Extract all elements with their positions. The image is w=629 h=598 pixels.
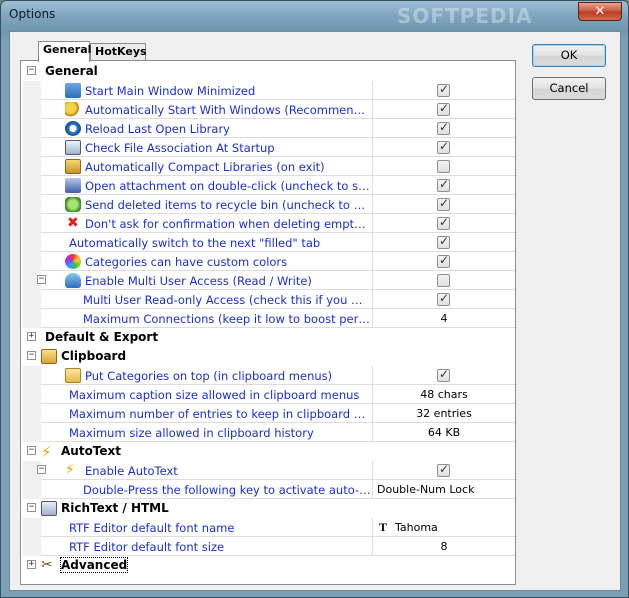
auto-start-checkbox[interactable] [437,101,450,116]
reload-library-checkbox[interactable] [437,120,450,135]
tools-icon: ✂ [41,557,53,573]
option-row-reload-library[interactable]: Reload Last Open Library [23,119,515,138]
dialog-body: General HotKeys − General Start Main Win… [9,31,621,591]
ok-button[interactable]: OK [532,44,606,67]
collapse-icon[interactable]: − [27,351,36,360]
collapse-icon[interactable]: − [27,66,36,75]
categories-on-top-checkbox[interactable] [437,367,450,382]
autotext-key-value[interactable]: Double-Num Lock [377,483,519,496]
folder-icon [65,368,81,383]
option-row-read-only-access[interactable]: Multi User Read-only Access (check this … [23,290,515,309]
option-row-file-association[interactable]: Check File Association At Startup [23,138,515,157]
delete-icon: ✖ [67,215,79,231]
multi-user-checkbox[interactable] [437,274,450,287]
read-only-access-checkbox[interactable] [437,291,450,306]
cancel-button[interactable]: Cancel [532,77,606,100]
start-minimized-checkbox[interactable] [437,82,450,97]
category-label: General [45,64,98,78]
tab-general[interactable]: General [38,41,91,62]
expand-icon[interactable]: + [27,332,36,341]
user-icon [65,273,81,288]
expand-icon[interactable]: + [27,560,36,569]
max-entries-value[interactable]: 32 entries [373,407,515,420]
compact-icon [65,159,81,174]
category-label: Clipboard [61,349,127,363]
confirm-delete-checkbox[interactable] [437,215,450,230]
autotext-icon: ⚡ [65,462,75,478]
category-clipboard[interactable]: − Clipboard [23,347,515,366]
font-name-value[interactable]: Tahoma [395,521,537,534]
font-size-value[interactable]: 8 [373,540,515,553]
category-general[interactable]: − General [23,62,515,81]
collapse-icon[interactable]: − [37,465,46,474]
option-row-confirm-delete[interactable]: ✖ Don't ask for confirmation when deletin… [23,214,515,233]
category-label: Default & Export [45,330,159,344]
recycle-bin-checkbox[interactable] [437,196,450,211]
option-row-auto-start[interactable]: Automatically Start With Windows (Recomm… [23,100,515,119]
clipboard-icon [41,349,57,364]
option-row-custom-colors[interactable]: Categories can have custom colors [23,252,515,271]
recycle-icon [65,197,81,212]
max-connections-value[interactable]: 4 [373,312,515,325]
option-row-open-attachment[interactable]: Open attachment on double-click (uncheck… [23,176,515,195]
category-label: AutoText [61,444,122,458]
max-size-value[interactable]: 64 KB [373,426,515,439]
close-button[interactable]: ✕ [578,2,622,21]
option-row-font-size[interactable]: RTF Editor default font size 8 [23,537,515,556]
option-row-autotext-key[interactable]: Double-Press the following key to activa… [23,480,515,499]
document-icon [41,501,57,516]
option-row-switch-filled-tab[interactable]: Automatically switch to the next "filled… [23,233,515,252]
colors-icon [65,254,81,269]
category-label: Advanced [59,557,129,573]
category-richtext-html[interactable]: − RichText / HTML [23,499,515,518]
window-title: Options [9,7,56,21]
category-advanced[interactable]: + ✂ Advanced [23,556,515,575]
option-row-recycle-bin[interactable]: Send deleted items to recycle bin (unche… [23,195,515,214]
option-row-start-minimized[interactable]: Start Main Window Minimized [23,81,515,100]
category-default-export[interactable]: + Default & Export [23,328,515,347]
lightning-icon: ⚡ [41,443,52,461]
font-icon: T [379,520,388,534]
title-bar[interactable]: Options SOFTPEDIA ✕ [1,1,628,31]
file-check-icon [65,140,81,155]
options-panel: − General Start Main Window Minimized Au… [20,60,516,585]
options-window: Options SOFTPEDIA ✕ General HotKeys − Ge… [0,0,629,598]
collapse-icon[interactable]: − [27,503,36,512]
open-attachment-checkbox[interactable] [437,177,450,192]
compact-libraries-checkbox[interactable] [437,160,450,173]
collapse-icon[interactable]: − [27,446,36,455]
softpedia-watermark: SOFTPEDIA [397,4,533,28]
tab-hotkeys[interactable]: HotKeys [90,43,147,61]
reload-icon [65,121,81,136]
option-row-categories-on-top[interactable]: Put Categories on top (in clipboard menu… [23,366,515,385]
window-icon [65,83,81,98]
option-row-font-name[interactable]: RTF Editor default font name T Tahoma [23,518,515,537]
category-autotext[interactable]: − ⚡ AutoText [23,442,515,461]
key-icon [65,102,81,117]
option-row-max-caption[interactable]: Maximum caption size allowed in clipboar… [23,385,515,404]
switch-filled-tab-checkbox[interactable] [437,234,450,249]
option-row-multi-user[interactable]: − Enable Multi User Access (Read / Write… [23,271,515,290]
attachment-icon [65,178,81,193]
collapse-icon[interactable]: − [37,275,46,284]
category-label: RichText / HTML [61,501,169,515]
file-association-checkbox[interactable] [437,139,450,154]
option-row-max-connections[interactable]: Maximum Connections (keep it low to boos… [23,309,515,328]
option-row-enable-autotext[interactable]: − ⚡ Enable AutoText [23,461,515,480]
enable-autotext-checkbox[interactable] [437,462,450,477]
max-caption-value[interactable]: 48 chars [373,388,515,401]
option-row-compact-libraries[interactable]: Automatically Compact Libraries (on exit… [23,157,515,176]
option-row-max-entries[interactable]: Maximum number of entries to keep in cli… [23,404,515,423]
custom-colors-checkbox[interactable] [437,253,450,268]
option-row-max-size[interactable]: Maximum size allowed in clipboard histor… [23,423,515,442]
